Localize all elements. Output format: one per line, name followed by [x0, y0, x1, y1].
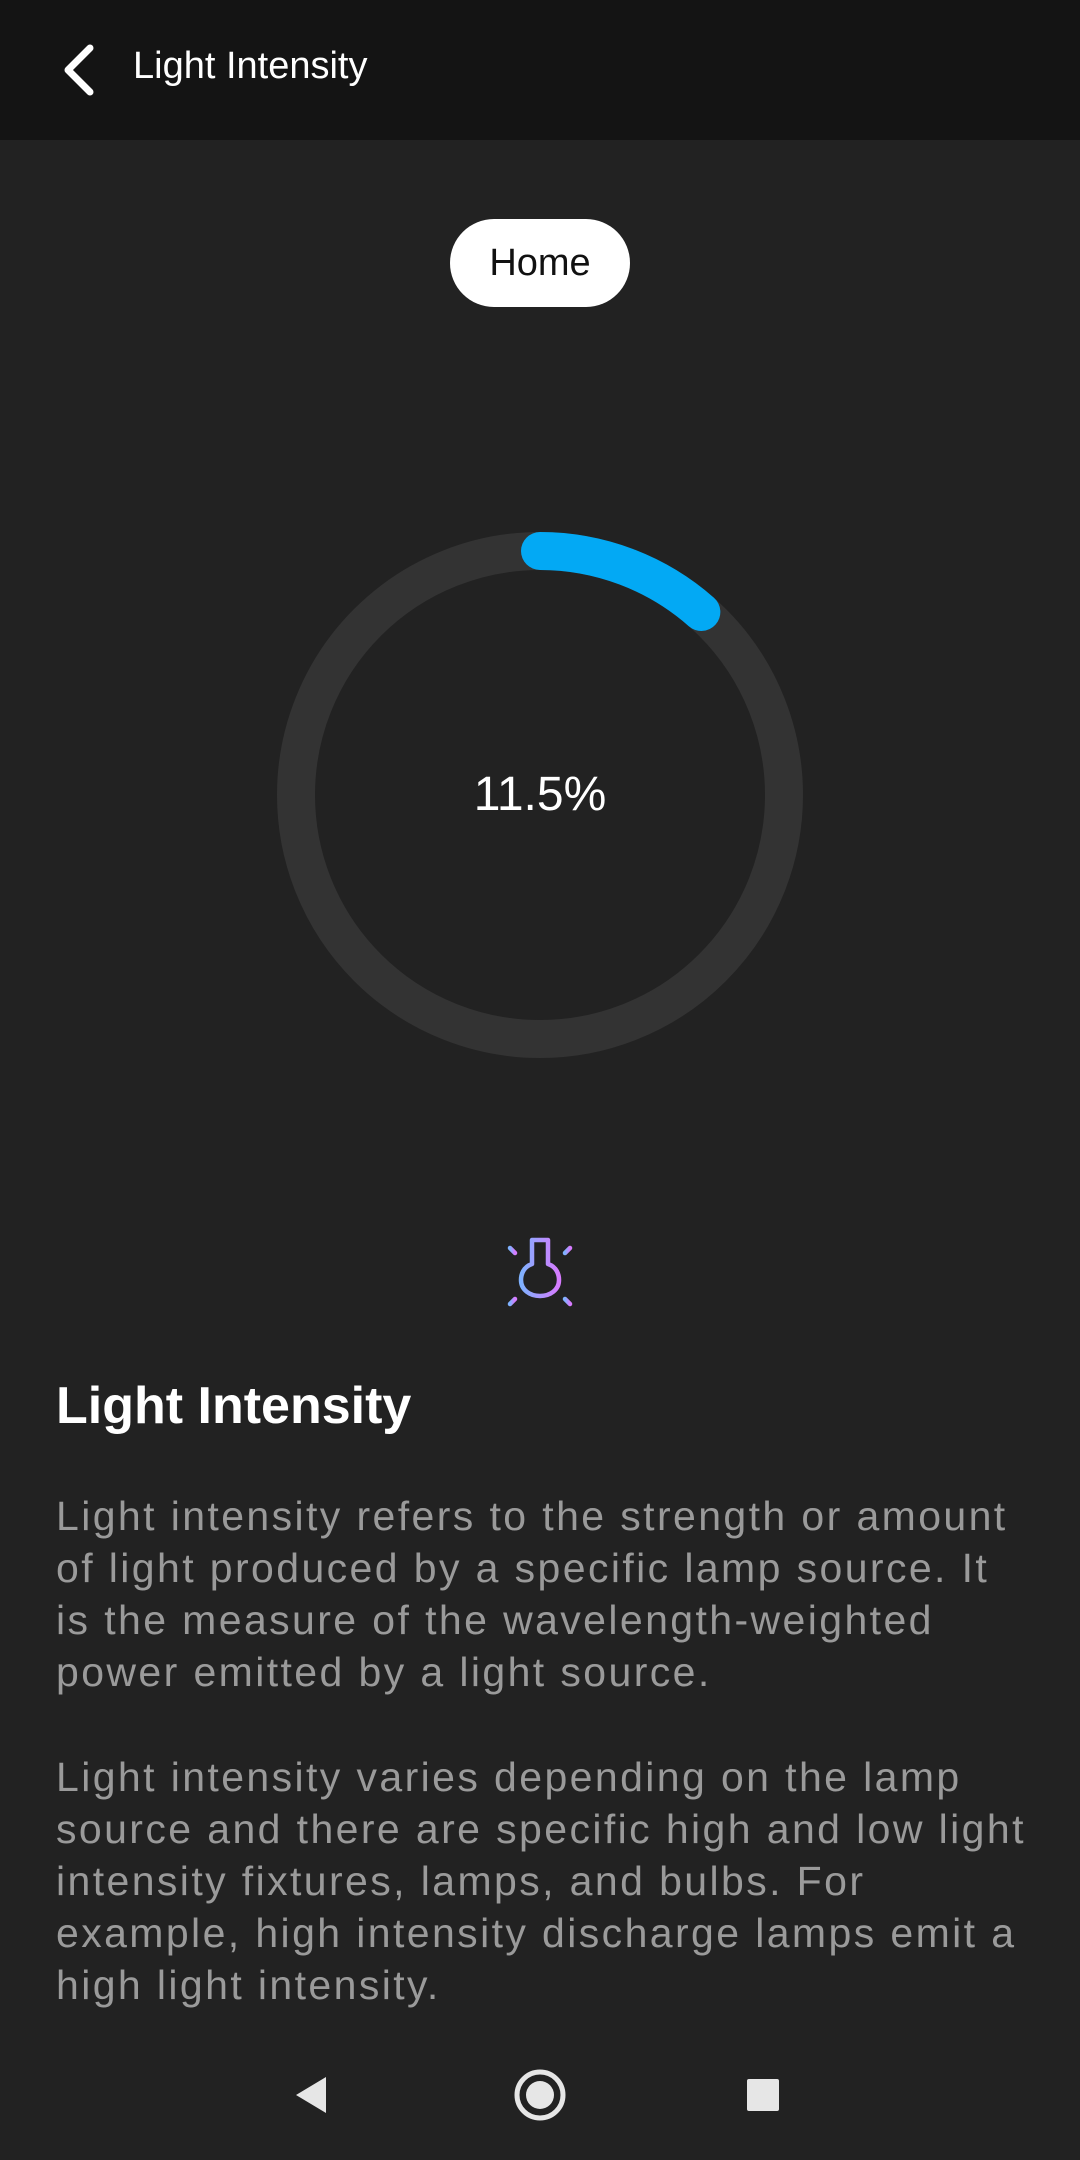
- nav-recents-button[interactable]: [723, 2055, 803, 2135]
- nav-back-button[interactable]: [272, 2055, 352, 2135]
- description-paragraph: Light intensity refers to the strength o…: [56, 1493, 1008, 1695]
- nav-recents-icon: [747, 2079, 779, 2111]
- page-title: Light Intensity: [133, 45, 368, 87]
- lightbulb-icon: [498, 1237, 582, 1317]
- nav-back-icon: [296, 2077, 326, 2113]
- light-intensity-screen: Light Intensity Home 11.5% Light Intensi…: [0, 0, 1080, 2160]
- gauge-value: 11.5%: [473, 768, 607, 821]
- arrow-back-icon: [64, 44, 94, 96]
- nav-home-icon: [514, 2069, 566, 2121]
- description-paragraph: Light intensity varies depending on the …: [56, 1754, 1026, 2008]
- system-navigation-bar: [0, 2030, 1080, 2160]
- section-title: Light Intensity: [56, 1377, 412, 1435]
- description-text: Light intensity refers to the strength o…: [56, 1490, 1036, 2030]
- gauge-progress-arc: [521, 532, 721, 631]
- app-bar: Light Intensity: [0, 0, 1080, 140]
- room-chip[interactable]: Home: [450, 219, 630, 307]
- nav-home-button[interactable]: [500, 2055, 580, 2135]
- back-button[interactable]: [40, 30, 120, 110]
